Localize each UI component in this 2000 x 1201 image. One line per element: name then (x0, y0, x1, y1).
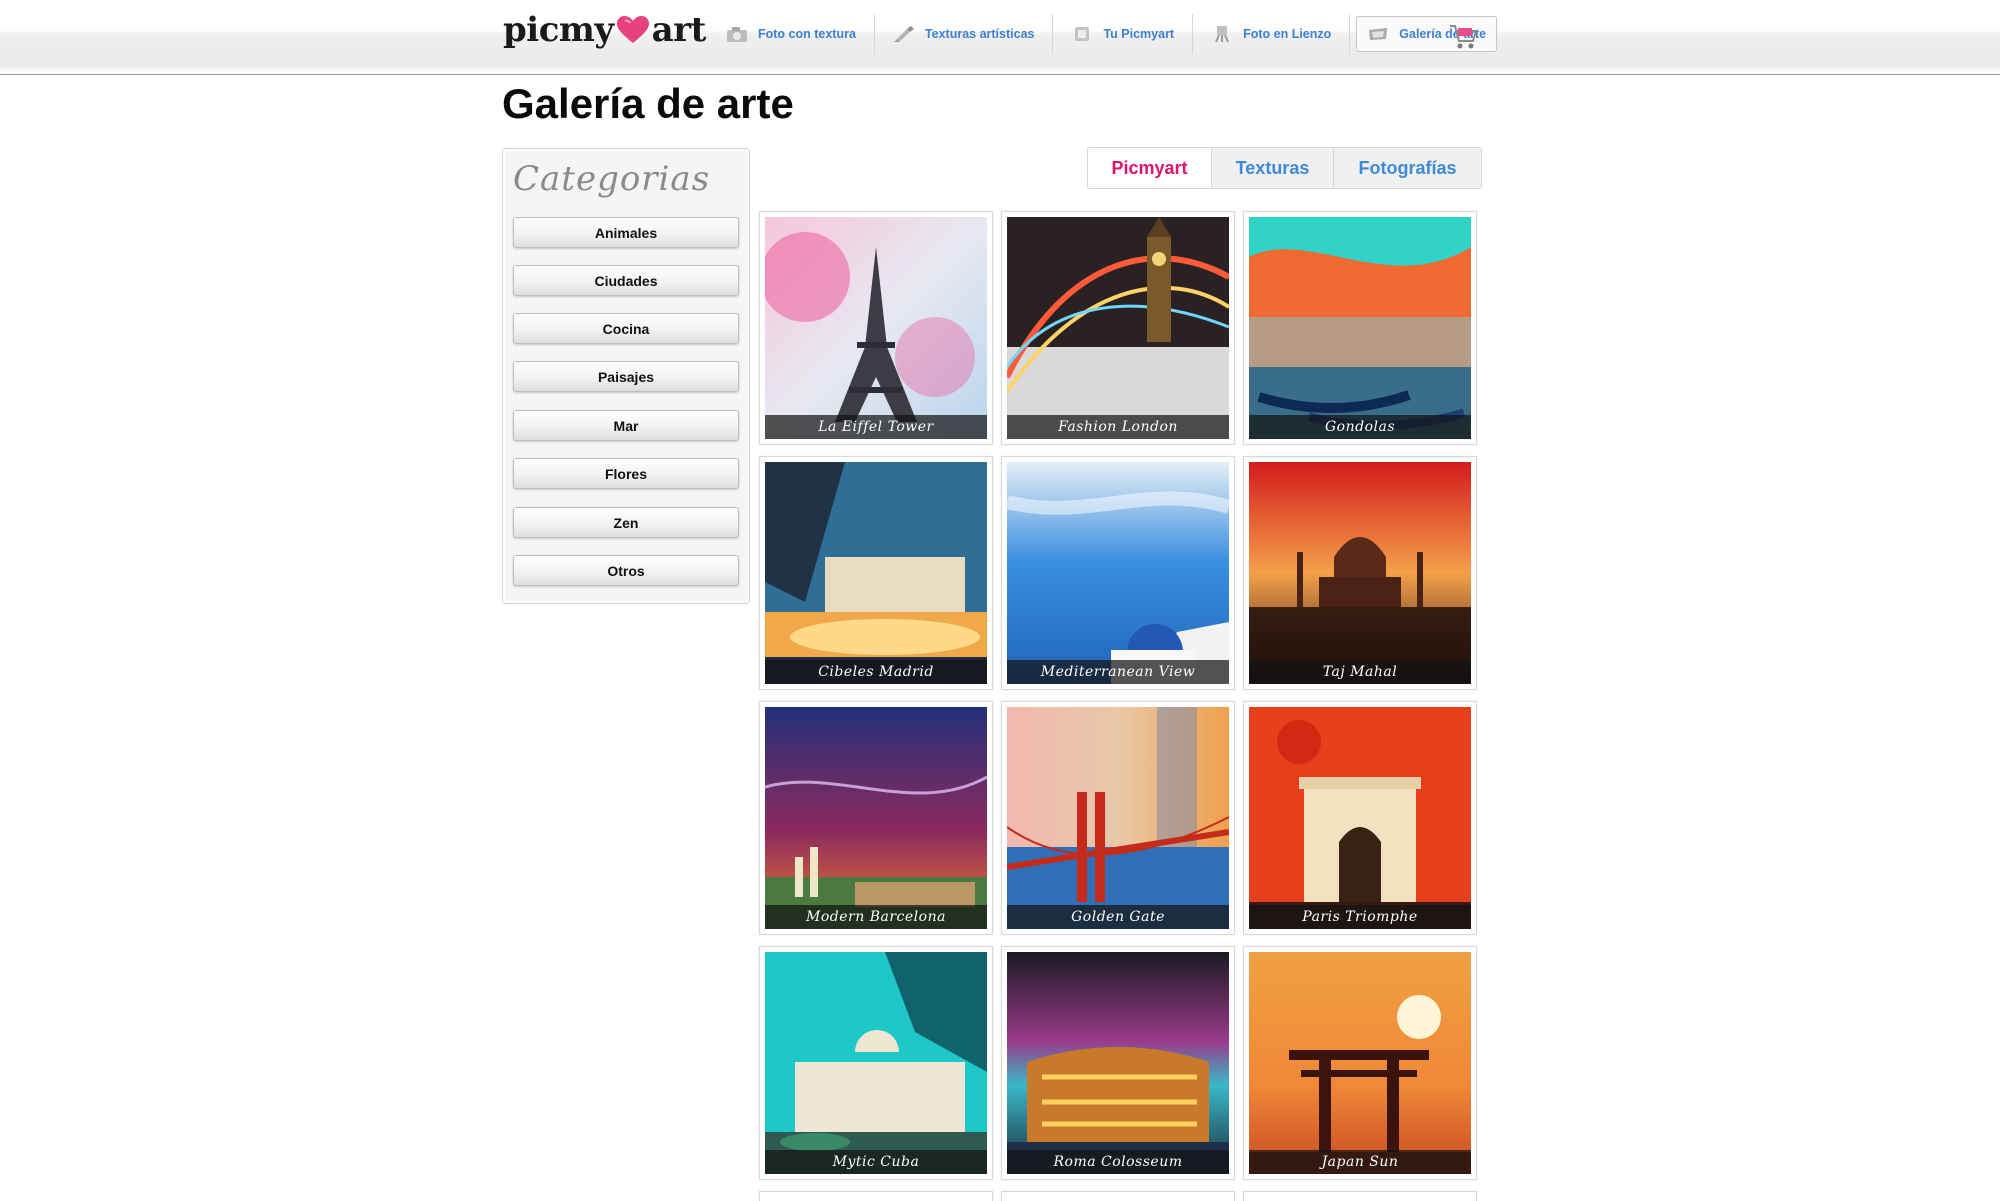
artwork-image (765, 217, 987, 439)
frame-icon (1075, 27, 1090, 41)
artwork-caption: Modern Barcelona (765, 905, 987, 929)
artwork-caption: Fashion London (1007, 415, 1229, 439)
gallery-item-cuba[interactable]: Mytic Cuba (759, 946, 993, 1180)
artwork-caption: Mediterranean View (1007, 660, 1229, 684)
category-otros-button[interactable]: Otros (513, 555, 739, 586)
gallery-item-golden-gate[interactable]: Golden Gate (1001, 701, 1235, 935)
artwork-image (765, 462, 987, 684)
artwork-caption: Taj Mahal (1249, 660, 1471, 684)
sidebar-title: Categorias (513, 159, 711, 199)
category-mar-button[interactable]: Mar (513, 410, 739, 441)
brush-icon (893, 26, 914, 42)
artwork-caption: La Eiffel Tower (765, 415, 987, 439)
artwork-caption: Gondolas (1249, 415, 1471, 439)
gallery-item-japan-sun[interactable]: Japan Sun (1243, 946, 1477, 1180)
picmyart-logo[interactable]: picmy art (503, 8, 706, 52)
gallery-item-taj-mahal[interactable]: Taj Mahal (1243, 456, 1477, 690)
gallery-item-colosseum[interactable]: Roma Colosseum (1001, 946, 1235, 1180)
gallery-item-partial[interactable] (1001, 1191, 1235, 1201)
categories-sidebar: Categorias Animales Ciudades Cocina Pais… (502, 148, 750, 604)
gallery-item-mediterranean[interactable]: Mediterranean View (1001, 456, 1235, 690)
artwork-caption: Mytic Cuba (765, 1150, 987, 1174)
nav-foto-en-lienzo[interactable]: Foto en Lienzo (1193, 14, 1351, 54)
artwork-image (1249, 462, 1471, 684)
artwork-image (1007, 707, 1229, 929)
artwork-image (1007, 217, 1229, 439)
artwork-caption: Golden Gate (1007, 905, 1229, 929)
category-zen-button[interactable]: Zen (513, 507, 739, 538)
gallery-item-gondolas[interactable]: Gondolas (1243, 211, 1477, 445)
camera-icon (727, 27, 747, 42)
gallery-item-cibeles[interactable]: Cibeles Madrid (759, 456, 993, 690)
artwork-image (765, 707, 987, 929)
gallery-item-paris-triomphe[interactable]: Paris Triomphe (1243, 701, 1477, 935)
gallery-item-barcelona[interactable]: Modern Barcelona (759, 701, 993, 935)
category-flores-button[interactable]: Flores (513, 458, 739, 489)
heart-icon (616, 16, 649, 43)
gallery-item-partial[interactable] (1243, 1191, 1477, 1201)
gallery-item-london[interactable]: Fashion London (1001, 211, 1235, 445)
nav-texturas-artisticas[interactable]: Texturas artísticas (875, 14, 1054, 54)
tab-texturas[interactable]: Texturas (1211, 148, 1333, 188)
artwork-caption: Paris Triomphe (1249, 905, 1471, 929)
category-paisajes-button[interactable]: Paisajes (513, 361, 739, 392)
logo-text-right: art (651, 10, 707, 50)
cart-icon[interactable] (1448, 22, 1478, 50)
artwork-caption: Japan Sun (1249, 1150, 1471, 1174)
page-title: Galería de arte (502, 80, 794, 127)
artwork-image (1007, 462, 1229, 684)
main-nav: Foto con textura Texturas artísticas Tu … (708, 12, 1498, 56)
artwork-image (765, 952, 987, 1174)
top-bar: picmy art Foto con textura Texturas artí… (0, 0, 2000, 75)
nav-foto-con-textura[interactable]: Foto con textura (708, 14, 875, 54)
artwork-caption: Roma Colosseum (1007, 1150, 1229, 1174)
gallery-tabs: Picmyart Texturas Fotografías (1087, 147, 1482, 189)
logo-text-left: picmy (503, 10, 614, 50)
artwork-image (1249, 707, 1471, 929)
gallery-icon (1369, 28, 1388, 40)
tab-picmyart[interactable]: Picmyart (1088, 148, 1211, 188)
gallery-item-eiffel[interactable]: La Eiffel Tower (759, 211, 993, 445)
artwork-image (1249, 217, 1471, 439)
tab-fotografias[interactable]: Fotografías (1333, 148, 1481, 188)
category-ciudades-button[interactable]: Ciudades (513, 265, 739, 296)
nav-tu-picmyart[interactable]: Tu Picmyart (1053, 14, 1194, 54)
artwork-image (1249, 952, 1471, 1174)
gallery-item-partial[interactable] (759, 1191, 993, 1201)
artwork-caption: Cibeles Madrid (765, 660, 987, 684)
category-animales-button[interactable]: Animales (513, 217, 739, 248)
easel-icon (1215, 26, 1230, 43)
category-cocina-button[interactable]: Cocina (513, 313, 739, 344)
artwork-image (1007, 952, 1229, 1174)
